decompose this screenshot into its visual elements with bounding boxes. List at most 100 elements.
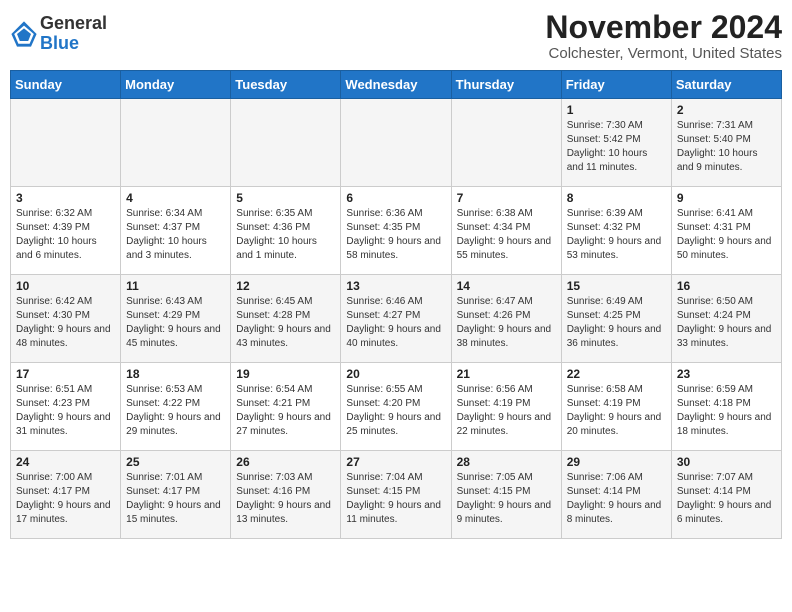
day-info: Sunrise: 6:53 AMSunset: 4:22 PMDaylight:… bbox=[126, 383, 225, 439]
day-number: 22 bbox=[567, 367, 666, 381]
page-subtitle: Colchester, Vermont, United States bbox=[545, 45, 782, 62]
day-cell bbox=[451, 99, 561, 187]
day-info: Sunrise: 7:07 AMSunset: 4:14 PMDaylight:… bbox=[677, 471, 776, 527]
day-cell: 13Sunrise: 6:46 AMSunset: 4:27 PMDayligh… bbox=[341, 275, 451, 363]
day-number: 2 bbox=[677, 103, 776, 117]
header-wednesday: Wednesday bbox=[341, 71, 451, 99]
day-info: Sunrise: 6:38 AMSunset: 4:34 PMDaylight:… bbox=[457, 207, 556, 263]
day-cell: 21 Sunrise: 6:56 AMSunset: 4:19 PMDayligh… bbox=[451, 363, 561, 451]
day-cell: 25 Sunrise: 7:01 AMSunset: 4:17 PMDayligh… bbox=[121, 451, 231, 539]
day-info: Sunrise: 7:05 AMSunset: 4:15 PMDaylight:… bbox=[457, 471, 556, 527]
day-cell: 22 Sunrise: 6:58 AMSunset: 4:19 PMDayligh… bbox=[561, 363, 671, 451]
day-info: Sunrise: 7:06 AMSunset: 4:14 PMDaylight:… bbox=[567, 471, 666, 527]
day-info: Sunrise: 6:32 AMSunset: 4:39 PMDaylight:… bbox=[16, 207, 115, 263]
week-row-5: 24 Sunrise: 7:00 AMSunset: 4:17 PMDayligh… bbox=[11, 451, 782, 539]
day-info: Sunrise: 6:50 AMSunset: 4:24 PMDaylight:… bbox=[677, 295, 776, 351]
day-cell: 4 Sunrise: 6:34 AMSunset: 4:37 PMDaylight… bbox=[121, 187, 231, 275]
day-number: 29 bbox=[567, 455, 666, 469]
page-header: General Blue November 2024 Colchester, V… bbox=[10, 10, 782, 62]
day-cell bbox=[11, 99, 121, 187]
day-number: 9 bbox=[677, 191, 776, 205]
day-cell: 16 Sunrise: 6:50 AMSunset: 4:24 PMDayligh… bbox=[671, 275, 781, 363]
day-cell: 7 Sunrise: 6:38 AMSunset: 4:34 PMDaylight… bbox=[451, 187, 561, 275]
week-row-3: 10 Sunrise: 6:42 AMSunset: 4:30 PMDayligh… bbox=[11, 275, 782, 363]
header-monday: Monday bbox=[121, 71, 231, 99]
day-cell: 20 Sunrise: 6:55 AMSunset: 4:20 PMDayligh… bbox=[341, 363, 451, 451]
header-saturday: Saturday bbox=[671, 71, 781, 99]
day-cell: 28Sunrise: 7:05 AMSunset: 4:15 PMDayligh… bbox=[451, 451, 561, 539]
day-info: Sunrise: 7:01 AMSunset: 4:17 PMDaylight:… bbox=[126, 471, 225, 527]
day-info: Sunrise: 6:45 AMSunset: 4:28 PMDaylight:… bbox=[236, 295, 335, 351]
day-number: 20 bbox=[346, 367, 445, 381]
day-cell: 1Sunrise: 7:30 AMSunset: 5:42 PMDaylight… bbox=[561, 99, 671, 187]
day-number: 19 bbox=[236, 367, 335, 381]
calendar-table: SundayMondayTuesdayWednesdayThursdayFrid… bbox=[10, 70, 782, 539]
logo: General Blue bbox=[10, 14, 107, 54]
logo-icon bbox=[10, 20, 38, 48]
week-row-2: 3 Sunrise: 6:32 AMSunset: 4:39 PMDaylight… bbox=[11, 187, 782, 275]
day-info: Sunrise: 6:47 AMSunset: 4:26 PMDaylight:… bbox=[457, 295, 556, 351]
day-info: Sunrise: 6:49 AMSunset: 4:25 PMDaylight:… bbox=[567, 295, 666, 351]
day-cell: 23Sunrise: 6:59 AMSunset: 4:18 PMDayligh… bbox=[671, 363, 781, 451]
header-friday: Friday bbox=[561, 71, 671, 99]
day-number: 18 bbox=[126, 367, 225, 381]
day-cell: 26 Sunrise: 7:03 AMSunset: 4:16 PMDayligh… bbox=[231, 451, 341, 539]
day-cell: 27 Sunrise: 7:04 AMSunset: 4:15 PMDayligh… bbox=[341, 451, 451, 539]
day-number: 23 bbox=[677, 367, 776, 381]
day-info: Sunrise: 6:55 AMSunset: 4:20 PMDaylight:… bbox=[346, 383, 445, 439]
day-number: 11 bbox=[126, 279, 225, 293]
day-number: 26 bbox=[236, 455, 335, 469]
day-info: Sunrise: 6:34 AMSunset: 4:37 PMDaylight:… bbox=[126, 207, 225, 263]
day-info: Sunrise: 6:42 AMSunset: 4:30 PMDaylight:… bbox=[16, 295, 115, 351]
day-cell bbox=[231, 99, 341, 187]
header-tuesday: Tuesday bbox=[231, 71, 341, 99]
day-number: 27 bbox=[346, 455, 445, 469]
day-cell: 2 Sunrise: 7:31 AMSunset: 5:40 PMDaylight… bbox=[671, 99, 781, 187]
day-cell: 18 Sunrise: 6:53 AMSunset: 4:22 PMDayligh… bbox=[121, 363, 231, 451]
day-cell bbox=[121, 99, 231, 187]
day-info: Sunrise: 7:00 AMSunset: 4:17 PMDaylight:… bbox=[16, 471, 115, 527]
day-info: Sunrise: 7:03 AMSunset: 4:16 PMDaylight:… bbox=[236, 471, 335, 527]
calendar-header-row: SundayMondayTuesdayWednesdayThursdayFrid… bbox=[11, 71, 782, 99]
day-info: Sunrise: 6:54 AMSunset: 4:21 PMDaylight:… bbox=[236, 383, 335, 439]
day-cell: 12Sunrise: 6:45 AMSunset: 4:28 PMDayligh… bbox=[231, 275, 341, 363]
day-number: 5 bbox=[236, 191, 335, 205]
day-number: 21 bbox=[457, 367, 556, 381]
day-number: 4 bbox=[126, 191, 225, 205]
day-cell: 11 Sunrise: 6:43 AMSunset: 4:29 PMDayligh… bbox=[121, 275, 231, 363]
day-number: 7 bbox=[457, 191, 556, 205]
day-number: 3 bbox=[16, 191, 115, 205]
day-info: Sunrise: 7:04 AMSunset: 4:15 PMDaylight:… bbox=[346, 471, 445, 527]
day-info: Sunrise: 6:51 AMSunset: 4:23 PMDaylight:… bbox=[16, 383, 115, 439]
day-cell bbox=[341, 99, 451, 187]
day-info: Sunrise: 7:31 AMSunset: 5:40 PMDaylight:… bbox=[677, 119, 776, 175]
day-number: 17 bbox=[16, 367, 115, 381]
day-number: 6 bbox=[346, 191, 445, 205]
day-info: Sunrise: 6:43 AMSunset: 4:29 PMDaylight:… bbox=[126, 295, 225, 351]
day-info: Sunrise: 6:46 AMSunset: 4:27 PMDaylight:… bbox=[346, 295, 445, 351]
logo-text: General Blue bbox=[40, 14, 107, 54]
day-cell: 19 Sunrise: 6:54 AMSunset: 4:21 PMDayligh… bbox=[231, 363, 341, 451]
header-thursday: Thursday bbox=[451, 71, 561, 99]
day-number: 15 bbox=[567, 279, 666, 293]
day-number: 16 bbox=[677, 279, 776, 293]
day-cell: 14 Sunrise: 6:47 AMSunset: 4:26 PMDayligh… bbox=[451, 275, 561, 363]
day-number: 14 bbox=[457, 279, 556, 293]
day-number: 10 bbox=[16, 279, 115, 293]
day-cell: 10 Sunrise: 6:42 AMSunset: 4:30 PMDayligh… bbox=[11, 275, 121, 363]
day-info: Sunrise: 6:58 AMSunset: 4:19 PMDaylight:… bbox=[567, 383, 666, 439]
day-cell: 6 Sunrise: 6:36 AMSunset: 4:35 PMDaylight… bbox=[341, 187, 451, 275]
page-title: November 2024 bbox=[545, 10, 782, 45]
day-number: 25 bbox=[126, 455, 225, 469]
title-block: November 2024 Colchester, Vermont, Unite… bbox=[545, 10, 782, 62]
day-info: Sunrise: 6:41 AMSunset: 4:31 PMDaylight:… bbox=[677, 207, 776, 263]
day-info: Sunrise: 6:56 AMSunset: 4:19 PMDaylight:… bbox=[457, 383, 556, 439]
day-cell: 15 Sunrise: 6:49 AMSunset: 4:25 PMDayligh… bbox=[561, 275, 671, 363]
day-info: Sunrise: 6:35 AMSunset: 4:36 PMDaylight:… bbox=[236, 207, 335, 263]
day-number: 30 bbox=[677, 455, 776, 469]
day-number: 8 bbox=[567, 191, 666, 205]
day-info: Sunrise: 6:36 AMSunset: 4:35 PMDaylight:… bbox=[346, 207, 445, 263]
day-cell: 29 Sunrise: 7:06 AMSunset: 4:14 PMDayligh… bbox=[561, 451, 671, 539]
day-cell: 17 Sunrise: 6:51 AMSunset: 4:23 PMDayligh… bbox=[11, 363, 121, 451]
day-number: 24 bbox=[16, 455, 115, 469]
